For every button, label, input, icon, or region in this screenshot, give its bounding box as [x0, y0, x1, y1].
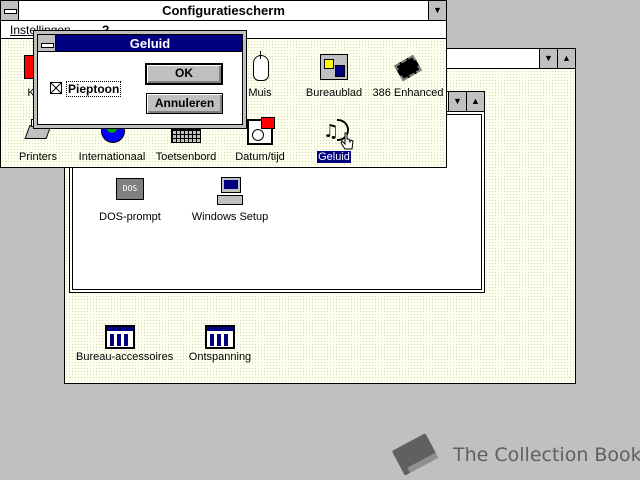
control-panel-title: Configuratiescherm	[162, 3, 285, 18]
clock-icon	[243, 115, 277, 149]
control-panel-minimize-button[interactable]: ▼	[428, 1, 446, 20]
pieptoon-label[interactable]: Pieptoon	[66, 81, 122, 97]
chip-icon	[391, 51, 425, 85]
windows-setup-label: Windows Setup	[191, 211, 269, 223]
windows-setup-icon	[213, 175, 247, 209]
dos-prompt-item[interactable]: DOS DOS-prompt	[85, 175, 175, 223]
sound-label: Geluid	[317, 151, 351, 163]
book-icon	[392, 433, 439, 476]
sound-dialog-titlebar[interactable]: Geluid	[38, 35, 242, 52]
dos-prompt-label: DOS-prompt	[99, 211, 161, 223]
bureau-accessoires-label: Bureau-accessoires	[76, 351, 174, 363]
mouse-cursor-icon	[340, 132, 354, 150]
sound-dialog-title: Geluid	[129, 36, 171, 51]
386-enhanced-label: 386 Enhanced	[372, 87, 444, 99]
control-panel-titlebar[interactable]: Configuratiescherm ▼	[1, 1, 446, 21]
program-group-icon	[105, 325, 135, 349]
desktop-icon	[317, 51, 351, 85]
ontspanning-group[interactable]: Ontspanning	[175, 325, 265, 363]
windows-setup-item[interactable]: Windows Setup	[185, 175, 275, 223]
sound-dialog: Geluid Pieptoon OK Annuleren	[33, 30, 247, 129]
printers-label: Printers	[19, 151, 57, 163]
system-menu-button[interactable]	[1, 1, 19, 20]
sound-dialog-system-menu[interactable]	[38, 35, 56, 51]
keyboard-label: Toetsenbord	[155, 151, 217, 163]
sound-item[interactable]: ♫ Geluid	[289, 115, 379, 163]
program-group-icon	[205, 325, 235, 349]
group-maximize-button[interactable]: ▲	[466, 92, 484, 111]
international-label: Internationaal	[78, 151, 146, 163]
maximize-button[interactable]: ▲	[557, 49, 575, 68]
mouse-icon	[243, 51, 277, 85]
dos-prompt-icon: DOS	[113, 175, 147, 209]
mouse-label: Muis	[248, 87, 272, 99]
desktop-label: Bureaublad	[305, 87, 363, 99]
ok-button[interactable]: OK	[145, 63, 223, 85]
cancel-button[interactable]: Annuleren	[146, 93, 223, 114]
date-time-label: Datum/tijd	[235, 151, 285, 163]
minimize-button[interactable]: ▼	[539, 49, 557, 68]
watermark: The Collection Book	[388, 430, 640, 478]
386-enhanced-item[interactable]: 386 Enhanced	[363, 51, 453, 99]
watermark-text: The Collection Book	[453, 444, 640, 466]
ontspanning-label: Ontspanning	[188, 351, 252, 363]
bureau-accessoires-group[interactable]: Bureau-accessoires	[75, 325, 173, 363]
pieptoon-checkbox[interactable]	[50, 82, 62, 94]
